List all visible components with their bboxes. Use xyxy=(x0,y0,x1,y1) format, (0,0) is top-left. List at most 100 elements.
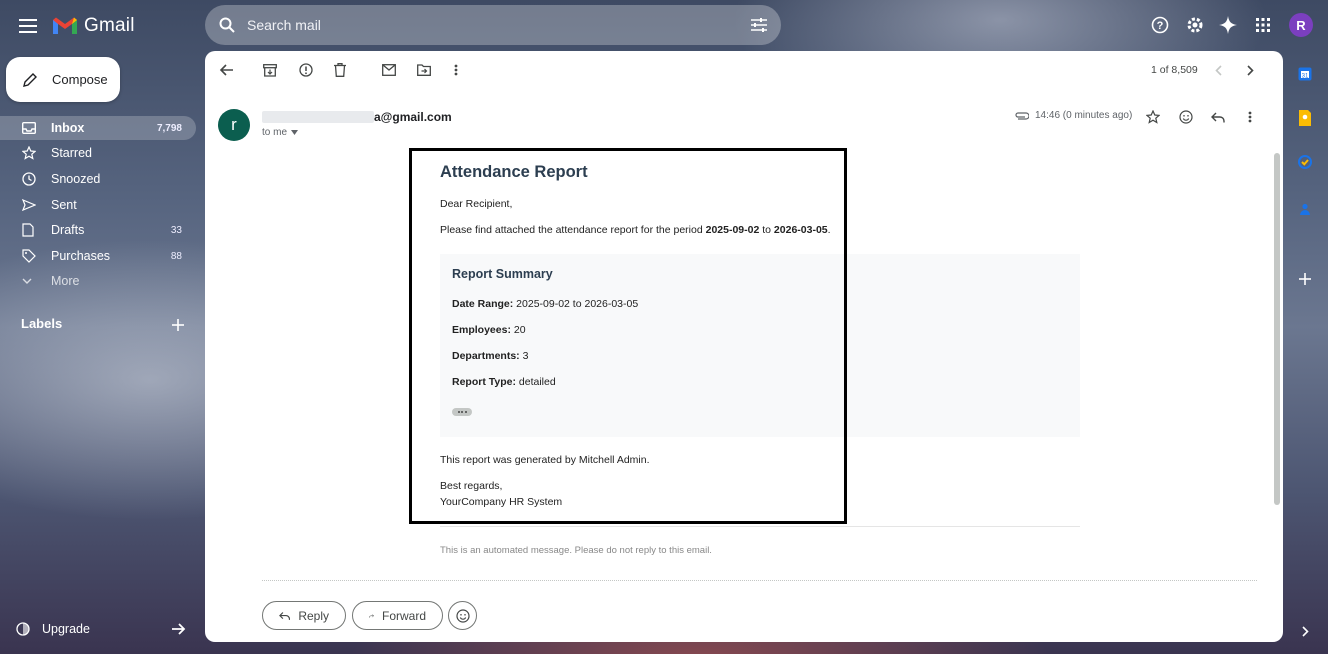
summary-value: 3 xyxy=(519,350,529,362)
trash-icon xyxy=(334,63,346,77)
newer-button[interactable] xyxy=(1209,61,1227,79)
message-time: 14:46 (0 minutes ago) xyxy=(1015,110,1132,121)
storage-icon xyxy=(16,622,30,636)
recipient-details[interactable]: to me xyxy=(262,127,299,138)
sender-email[interactable]: a@gmail.com xyxy=(374,110,452,124)
recipient-label: to me xyxy=(262,127,288,138)
divider xyxy=(262,580,1257,581)
reply-icon-button[interactable] xyxy=(1209,108,1227,126)
star-button[interactable] xyxy=(1144,108,1162,126)
sparkle-icon xyxy=(1219,16,1237,34)
pencil-icon xyxy=(23,72,37,87)
gemini-button[interactable] xyxy=(1216,13,1240,37)
redacted-sender-name xyxy=(262,111,374,123)
sidebar-item-sent[interactable]: Sent xyxy=(0,193,196,217)
calendar-app-button[interactable]: 31 xyxy=(1296,65,1314,83)
intro-mid: to xyxy=(759,224,774,236)
show-trimmed-content-button[interactable] xyxy=(452,408,472,416)
emoji-icon xyxy=(455,608,470,623)
sidebar-item-inbox[interactable]: Inbox 7,798 xyxy=(0,116,196,140)
greeting: Dear Recipient, xyxy=(440,198,513,210)
arrow-right-icon xyxy=(172,623,186,635)
sidebar-item-purchases[interactable]: Purchases 88 xyxy=(0,244,196,268)
star-outline-icon xyxy=(1146,110,1160,124)
keep-app-button[interactable] xyxy=(1296,109,1314,127)
help-button[interactable]: ? xyxy=(1148,13,1172,37)
sidebar-item-label: More xyxy=(51,274,80,288)
reply-label: Reply xyxy=(298,608,329,623)
sidebar-item-drafts[interactable]: Drafts 33 xyxy=(0,218,196,242)
archive-button[interactable] xyxy=(261,61,279,79)
delete-button[interactable] xyxy=(331,61,349,79)
summary-label: Departments: xyxy=(452,350,520,362)
tag-icon xyxy=(22,248,38,264)
summary-value: 2025-09-02 to 2026-03-05 xyxy=(513,298,639,310)
search-options-icon[interactable] xyxy=(751,18,767,32)
compose-label: Compose xyxy=(52,72,108,87)
message-more-button[interactable] xyxy=(1241,108,1259,126)
contacts-app-button[interactable] xyxy=(1296,200,1314,218)
period-start: 2025-09-02 xyxy=(705,224,760,236)
reply-icon xyxy=(1211,112,1225,122)
move-to-button[interactable] xyxy=(415,61,433,79)
mark-unread-button[interactable] xyxy=(380,61,398,79)
apps-grid-icon xyxy=(1256,18,1270,32)
intro-paragraph: Please find attached the attendance repo… xyxy=(440,224,831,236)
account-avatar[interactable]: R xyxy=(1289,13,1313,37)
svg-text:31: 31 xyxy=(1302,73,1309,79)
older-button[interactable] xyxy=(1241,61,1259,79)
generated-by-note: This report was generated by Mitchell Ad… xyxy=(440,454,650,466)
more-actions-button[interactable] xyxy=(447,61,465,79)
svg-text:?: ? xyxy=(1157,20,1164,32)
add-reaction-button[interactable] xyxy=(1177,108,1195,126)
forward-icon xyxy=(369,613,374,618)
hamburger-menu-icon xyxy=(19,19,37,33)
sidebar-item-label: Inbox xyxy=(51,121,85,135)
create-label-button[interactable] xyxy=(170,317,186,333)
message-toolbar: 1 of 8,509 xyxy=(205,51,1283,89)
expand-side-panel-button[interactable] xyxy=(1296,622,1314,640)
back-button[interactable] xyxy=(217,61,235,79)
upgrade-button[interactable]: Upgrade xyxy=(16,617,186,641)
gmail-m-icon xyxy=(53,17,77,34)
scrollbar-thumb[interactable] xyxy=(1274,153,1280,505)
search-input[interactable]: Search mail xyxy=(247,17,751,33)
search-bar[interactable]: Search mail xyxy=(205,5,781,45)
mail-icon xyxy=(382,64,396,76)
tasks-app-button[interactable] xyxy=(1296,153,1314,171)
summary-row: Departments: 3 xyxy=(452,350,528,362)
chevron-right-icon xyxy=(1301,625,1309,637)
more-vert-icon xyxy=(1248,111,1252,123)
sender-avatar[interactable]: r xyxy=(218,109,250,141)
compose-button[interactable]: Compose xyxy=(6,57,120,102)
apps-button[interactable] xyxy=(1251,13,1275,37)
settings-button[interactable] xyxy=(1183,13,1207,37)
sidebar-item-label: Snoozed xyxy=(51,172,101,186)
gear-icon xyxy=(1187,17,1203,33)
star-icon xyxy=(22,145,38,161)
summary-label: Report Type: xyxy=(452,376,516,388)
sidebar-item-starred[interactable]: Starred xyxy=(0,141,196,165)
reply-button[interactable]: Reply xyxy=(262,601,346,630)
message-view: 1 of 8,509 r a@gmail.com to me 14:46 (0 … xyxy=(205,51,1283,642)
report-title: Attendance Report xyxy=(440,163,588,181)
summary-title: Report Summary xyxy=(452,267,553,281)
report-spam-button[interactable] xyxy=(297,61,315,79)
chevron-down-icon xyxy=(22,273,38,289)
main-menu-button[interactable] xyxy=(14,12,42,40)
chevron-right-icon xyxy=(1246,64,1254,76)
archive-icon xyxy=(263,63,277,77)
keep-note-icon xyxy=(1299,110,1311,126)
sidebar-item-label: Starred xyxy=(51,146,92,160)
sidebar-item-snoozed[interactable]: Snoozed xyxy=(0,167,196,191)
forward-button[interactable]: Forward xyxy=(352,601,443,630)
gmail-logo[interactable]: Gmail xyxy=(52,14,135,38)
summary-row: Employees: 20 xyxy=(452,324,526,336)
sidebar-item-more[interactable]: More xyxy=(0,269,196,293)
divider xyxy=(440,526,1080,527)
emoji-reaction-button[interactable] xyxy=(448,601,477,630)
calendar-icon: 31 xyxy=(1298,67,1312,81)
get-addons-button[interactable] xyxy=(1296,270,1314,288)
search-icon[interactable] xyxy=(219,17,235,33)
more-vert-icon xyxy=(454,64,458,76)
